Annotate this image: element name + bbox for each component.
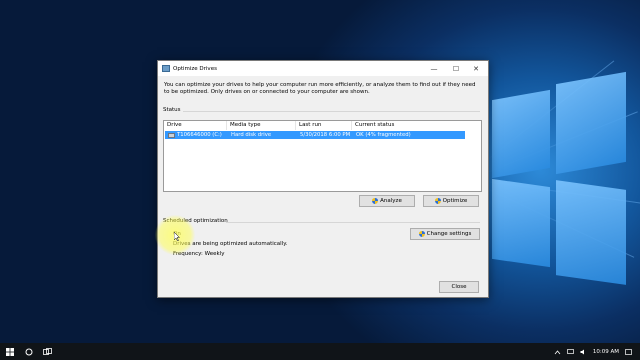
taskbar-clock[interactable]: 10:09 AM (593, 349, 619, 355)
analyze-button-label: Analyze (380, 198, 402, 204)
column-header-media-type[interactable]: Media type (227, 121, 296, 130)
shield-icon (434, 198, 441, 204)
optimize-drives-window: Optimize Drives — ☐ ✕ You can optimize y… (157, 60, 489, 298)
start-button[interactable] (0, 343, 20, 360)
chevron-up-icon[interactable] (554, 349, 561, 355)
close-button-label: Close (451, 284, 467, 290)
optimize-button[interactable]: Optimize (423, 195, 479, 207)
optimize-button-label: Optimize (442, 198, 468, 204)
shield-icon (418, 231, 425, 237)
window-title: Optimize Drives (173, 65, 217, 72)
scheduled-divider (226, 222, 480, 223)
system-tray: 10:09 AM (554, 343, 640, 360)
drive-media-type: Hard disk drive (231, 132, 272, 138)
close-button[interactable]: Close (439, 281, 479, 293)
taskbar: 10:09 AM (0, 343, 640, 360)
close-window-button[interactable]: ✕ (466, 61, 486, 76)
task-view-icon (42, 347, 52, 355)
drive-current-status: OK (4% fragmented) (356, 132, 411, 138)
maximize-button[interactable]: ☐ (446, 61, 466, 76)
cortana-button[interactable] (20, 343, 38, 360)
shield-icon (372, 198, 379, 204)
windows-start-icon (6, 347, 14, 356)
change-settings-label: Change settings (426, 231, 472, 237)
drive-name: T106646000 (C:) (177, 132, 222, 138)
cortana-circle-icon (25, 348, 33, 355)
column-header-current-status[interactable]: Current status (352, 121, 481, 130)
column-header-last-run[interactable]: Last run (296, 121, 352, 130)
title-bar[interactable]: Optimize Drives — ☐ ✕ (158, 61, 488, 76)
status-section-label: Status (163, 107, 181, 113)
volume-icon[interactable] (580, 349, 587, 355)
change-settings-button[interactable]: Change settings (410, 228, 480, 240)
table-row[interactable]: T106646000 (C:) Hard disk drive 5/30/201… (165, 131, 465, 139)
window-description: You can optimize your drives to help you… (164, 82, 476, 95)
notification-icon[interactable] (625, 348, 632, 355)
column-header-drive[interactable]: Drive (164, 121, 227, 130)
status-divider (183, 111, 480, 112)
drives-list[interactable]: Drive Media type Last run Current status… (163, 120, 482, 192)
task-view-button[interactable] (38, 343, 56, 360)
mouse-pointer-icon (174, 232, 180, 241)
defrag-app-icon (162, 65, 170, 72)
minimize-button[interactable]: — (424, 61, 444, 76)
network-icon[interactable] (567, 348, 574, 355)
analyze-button[interactable]: Analyze (359, 195, 415, 207)
drive-last-run: 5/30/2018 6:00 PM (300, 132, 351, 138)
hard-drive-icon (168, 132, 175, 138)
drives-list-header: Drive Media type Last run Current status (164, 121, 481, 130)
